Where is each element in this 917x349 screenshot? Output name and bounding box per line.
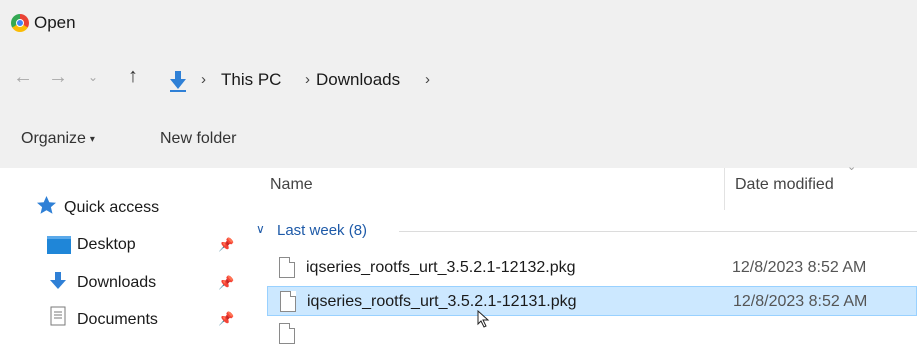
mouse-pointer-icon [477, 310, 490, 328]
sidebar-item-label: Quick access [64, 199, 160, 216]
table-row-selected[interactable]: iqseries_rootfs_urt_3.5.2.1-12131.pkg 12… [267, 286, 917, 316]
group-divider [399, 231, 917, 232]
breadcrumb-separator[interactable]: › [201, 71, 206, 88]
star-icon [37, 196, 56, 214]
sidebar-item-label: Desktop [77, 236, 136, 253]
file-name: iqseries_rootfs_urt_3.5.2.1-12131.pkg [307, 293, 577, 310]
file-date-modified: 12/8/2023 8:52 AM [732, 259, 867, 276]
organize-label: Organize [21, 130, 86, 147]
breadcrumb-separator[interactable]: › [425, 71, 430, 88]
download-location-icon [170, 71, 186, 92]
file-name: iqseries_rootfs_urt_3.5.2.1-12132.pkg [306, 259, 576, 276]
file-icon [279, 257, 295, 278]
pin-icon[interactable]: 📌 [218, 275, 234, 291]
navigation-pane: Quick access Desktop 📌 Downloads 📌 Docum… [0, 168, 243, 328]
file-icon [280, 291, 296, 312]
breadcrumb-this-pc[interactable]: This PC [221, 70, 281, 90]
up-arrow-icon[interactable]: ↑ [128, 65, 138, 88]
title-bar: Open [0, 0, 917, 48]
forward-arrow-icon[interactable]: → [48, 66, 68, 89]
navigation-bar: ← → ⌄ ↑ › This PC › Downloads › [0, 48, 917, 110]
file-list: Name ⌄ Date modified ∨ Last week (8) iqs… [243, 161, 917, 344]
chrome-icon [11, 14, 29, 32]
table-row[interactable]: iqseries_rootfs_urt_3.5.2.1-12132.pkg 12… [267, 253, 917, 283]
command-bar: Organize ▾ New folder [0, 110, 917, 168]
back-arrow-icon[interactable]: ← [13, 66, 33, 89]
download-arrow-icon [50, 272, 66, 289]
documents-icon [50, 306, 66, 326]
breadcrumb-separator[interactable]: › [305, 71, 310, 88]
column-divider[interactable] [724, 168, 725, 210]
desktop-folder-icon [47, 236, 71, 254]
recent-locations-chevron-icon[interactable]: ⌄ [88, 70, 98, 84]
file-date-modified: 12/8/2023 8:52 AM [733, 293, 868, 310]
window-title: Open [34, 13, 76, 32]
group-header-last-week[interactable]: Last week (8) [277, 222, 367, 239]
pin-icon[interactable]: 📌 [218, 237, 234, 253]
sidebar-item-label: Documents [77, 311, 158, 328]
pin-icon[interactable]: 📌 [218, 311, 234, 327]
new-folder-button[interactable]: New folder [160, 130, 236, 148]
organize-button[interactable]: Organize ▾ [21, 130, 95, 148]
sort-chevron-icon: ⌄ [847, 161, 857, 173]
caret-down-icon: ▾ [89, 134, 95, 145]
column-header-date-modified[interactable]: Date modified [735, 176, 834, 194]
table-row-partial[interactable] [267, 319, 917, 349]
file-icon [279, 323, 295, 344]
column-header-name[interactable]: Name [270, 176, 313, 194]
breadcrumb-downloads[interactable]: Downloads [316, 70, 400, 90]
group-collapse-chevron-icon[interactable]: ∨ [256, 222, 265, 236]
sidebar-item-label: Downloads [77, 274, 157, 291]
